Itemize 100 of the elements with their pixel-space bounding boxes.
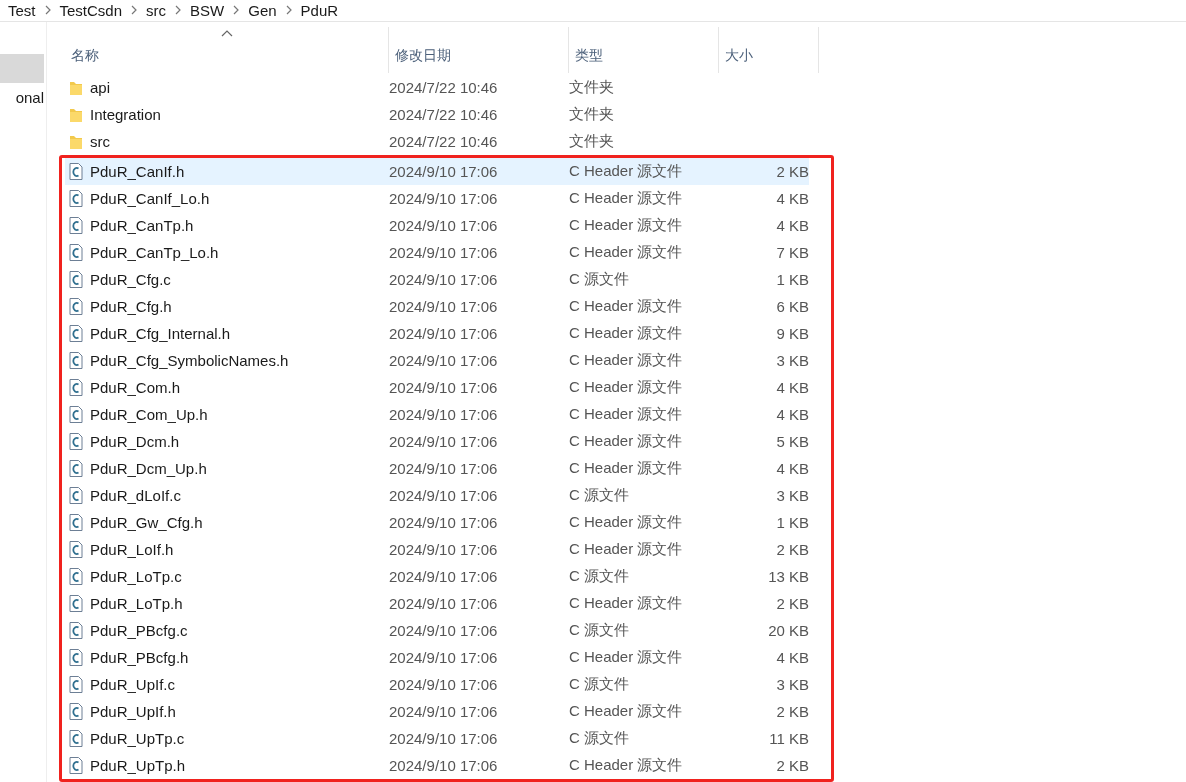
folder-icon <box>69 133 83 150</box>
sidebar-item[interactable] <box>0 54 44 83</box>
file-row[interactable]: PduR_UpTp.h 2024/9/10 17:06 C Header 源文件 2 KB <box>65 752 809 779</box>
file-row[interactable]: Integration 2024/7/22 10:46 文件夹 <box>65 101 809 128</box>
file-type: C Header 源文件 <box>569 648 684 667</box>
file-type: C 源文件 <box>569 621 630 640</box>
column-header[interactable]: 类型 <box>569 27 719 73</box>
file-row[interactable]: PduR_LoIf.h 2024/9/10 17:06 C Header 源文件 2 KB <box>65 536 809 563</box>
file-row[interactable]: PduR_PBcfg.h 2024/9/10 17:06 C Header 源文件 4 KB <box>65 644 809 671</box>
file-size: 1 KB <box>775 514 809 531</box>
file-row[interactable]: PduR_PBcfg.c 2024/9/10 17:06 C 源文件 20 KB <box>65 617 809 644</box>
file-name: PduR_LoIf.h <box>90 541 174 558</box>
file-row[interactable]: api 2024/7/22 10:46 文件夹 <box>65 74 809 101</box>
modified-date: 2024/9/10 17:06 <box>389 541 499 558</box>
file-size: 2 KB <box>775 757 809 774</box>
chevron-icon <box>284 5 293 15</box>
file-type: C Header 源文件 <box>569 324 684 343</box>
modified-date: 2024/9/10 17:06 <box>389 703 499 720</box>
column-header[interactable]: 大小 <box>719 27 819 73</box>
breadcrumb-item[interactable]: Test <box>8 1 36 19</box>
sidebar-item[interactable]: onal <box>0 83 44 112</box>
file-type: C Header 源文件 <box>569 351 684 370</box>
file-type: C Header 源文件 <box>569 540 684 559</box>
file-name: PduR_LoTp.c <box>90 568 182 585</box>
file-size: 1 KB <box>775 271 809 288</box>
file-size: 5 KB <box>775 433 809 450</box>
file-name: PduR_Dcm.h <box>90 433 180 450</box>
c-file-icon <box>69 703 83 720</box>
file-size: 13 KB <box>767 568 809 585</box>
c-file-icon <box>69 676 83 693</box>
c-file-icon <box>69 541 83 558</box>
sort-ascending-icon <box>220 29 233 37</box>
breadcrumb-item[interactable]: PduR <box>300 1 339 19</box>
c-file-icon <box>69 622 83 639</box>
file-row[interactable]: PduR_Cfg_Internal.h 2024/9/10 17:06 C Header 源文件 9 KB <box>65 320 809 347</box>
file-row[interactable]: PduR_CanIf.h 2024/9/10 17:06 C Header 源文件 2 KB <box>65 158 809 185</box>
breadcrumb-item[interactable]: TestCsdn <box>59 1 123 19</box>
file-size: 2 KB <box>775 163 809 180</box>
file-name: PduR_CanIf_Lo.h <box>90 190 210 207</box>
chevron-icon <box>130 5 139 15</box>
modified-date: 2024/7/22 10:46 <box>389 106 499 123</box>
file-type: C Header 源文件 <box>569 216 684 235</box>
file-size: 4 KB <box>775 406 809 423</box>
file-row[interactable]: PduR_UpIf.h 2024/9/10 17:06 C Header 源文件 2 KB <box>65 698 809 725</box>
file-row[interactable]: PduR_CanTp.h 2024/9/10 17:06 C Header 源文件 4 KB <box>65 212 809 239</box>
file-row[interactable]: PduR_Cfg_SymbolicNames.h 2024/9/10 17:06 C Header 源文件 3 KB <box>65 347 809 374</box>
file-row[interactable]: PduR_UpTp.c 2024/9/10 17:06 C 源文件 11 KB <box>65 725 809 752</box>
file-type: C Header 源文件 <box>569 189 684 208</box>
file-size: 2 KB <box>775 541 809 558</box>
file-size: 4 KB <box>775 217 809 234</box>
file-name: PduR_dLoIf.c <box>90 487 181 504</box>
chevron-icon <box>43 5 52 15</box>
file-type: 文件夹 <box>569 78 615 97</box>
column-header[interactable]: 名称 <box>65 27 389 73</box>
file-size: 3 KB <box>775 352 809 369</box>
file-size: 11 KB <box>768 730 809 747</box>
file-row[interactable]: PduR_LoTp.h 2024/9/10 17:06 C Header 源文件 2 KB <box>65 590 809 617</box>
modified-date: 2024/9/10 17:06 <box>389 433 499 450</box>
file-row[interactable]: PduR_Gw_Cfg.h 2024/9/10 17:06 C Header 源文件 1 KB <box>65 509 809 536</box>
file-row[interactable]: PduR_Dcm_Up.h 2024/9/10 17:06 C Header 源文件 4 KB <box>65 455 809 482</box>
file-type: C 源文件 <box>569 567 630 586</box>
file-type: C 源文件 <box>569 486 630 505</box>
modified-date: 2024/9/10 17:06 <box>389 190 499 207</box>
file-name: PduR_CanIf.h <box>90 163 185 180</box>
file-row[interactable]: PduR_Com_Up.h 2024/9/10 17:06 C Header 源文件 4 KB <box>65 401 809 428</box>
modified-date: 2024/9/10 17:06 <box>389 271 499 288</box>
file-row[interactable]: PduR_Com.h 2024/9/10 17:06 C Header 源文件 4 KB <box>65 374 809 401</box>
file-row[interactable]: PduR_Cfg.c 2024/9/10 17:06 C 源文件 1 KB <box>65 266 809 293</box>
c-file-icon <box>69 757 83 774</box>
c-file-icon <box>69 514 83 531</box>
file-type: C Header 源文件 <box>569 432 684 451</box>
file-type: C Header 源文件 <box>569 243 684 262</box>
file-name: src <box>90 133 110 150</box>
file-row[interactable]: PduR_CanIf_Lo.h 2024/9/10 17:06 C Header 源文件 4 KB <box>65 185 809 212</box>
breadcrumb-item[interactable]: Gen <box>248 1 277 19</box>
chevron-icon <box>174 5 183 15</box>
file-name: PduR_CanTp_Lo.h <box>90 244 219 261</box>
c-file-icon <box>69 460 83 477</box>
file-name: PduR_UpIf.h <box>90 703 176 720</box>
file-row[interactable]: src 2024/7/22 10:46 文件夹 <box>65 128 809 155</box>
file-row[interactable]: PduR_LoTp.c 2024/9/10 17:06 C 源文件 13 KB <box>65 563 809 590</box>
modified-date: 2024/9/10 17:06 <box>389 163 499 180</box>
c-file-icon <box>69 217 83 234</box>
file-row[interactable]: PduR_UpIf.c 2024/9/10 17:06 C 源文件 3 KB <box>65 671 809 698</box>
file-name: PduR_CanTp.h <box>90 217 194 234</box>
file-row[interactable]: PduR_Dcm.h 2024/9/10 17:06 C Header 源文件 5 KB <box>65 428 809 455</box>
breadcrumb-item[interactable]: BSW <box>190 1 225 19</box>
modified-date: 2024/9/10 17:06 <box>389 595 499 612</box>
file-type: 文件夹 <box>569 105 615 124</box>
file-row[interactable]: PduR_Cfg.h 2024/9/10 17:06 C Header 源文件 6 KB <box>65 293 809 320</box>
file-size: 20 KB <box>767 622 809 639</box>
file-size: 2 KB <box>775 595 809 612</box>
file-name: PduR_PBcfg.c <box>90 622 188 639</box>
file-row[interactable]: PduR_dLoIf.c 2024/9/10 17:06 C 源文件 3 KB <box>65 482 809 509</box>
file-name: api <box>90 79 111 96</box>
column-header[interactable]: 修改日期 <box>389 27 569 73</box>
breadcrumb-item[interactable]: src <box>146 1 167 19</box>
file-size: 6 KB <box>775 298 809 315</box>
file-name: PduR_UpTp.h <box>90 757 186 774</box>
file-row[interactable]: PduR_CanTp_Lo.h 2024/9/10 17:06 C Header 源文件 7 KB <box>65 239 809 266</box>
